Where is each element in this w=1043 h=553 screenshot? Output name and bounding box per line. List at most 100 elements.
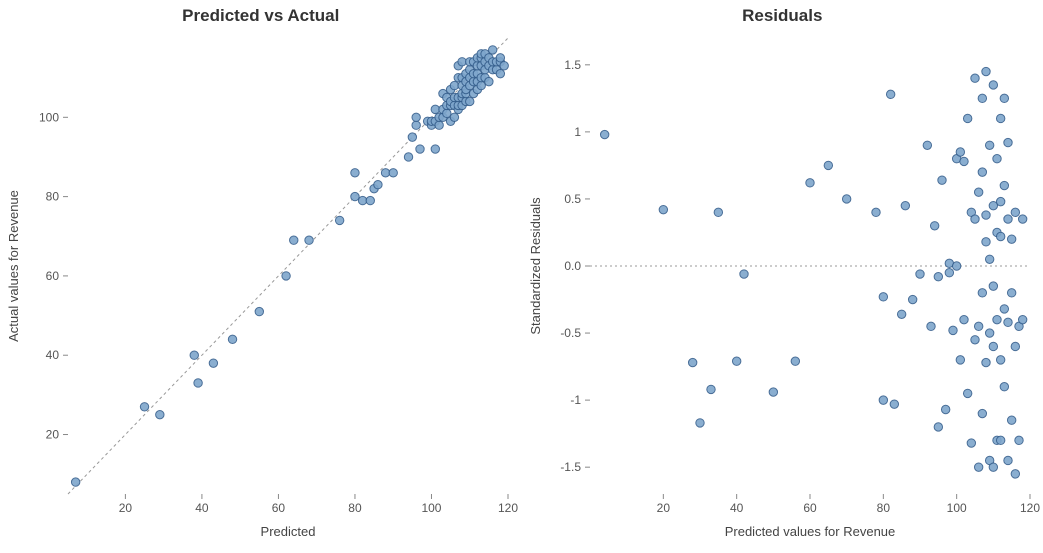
data-point: [1007, 289, 1015, 297]
data-point: [915, 270, 923, 278]
data-point: [431, 145, 439, 153]
data-point: [948, 326, 956, 334]
data-point: [500, 62, 508, 70]
data-point: [404, 153, 412, 161]
data-point: [194, 379, 202, 387]
svg-text:-0.5: -0.5: [560, 326, 581, 340]
data-point: [190, 351, 198, 359]
data-point: [1018, 315, 1026, 323]
data-point: [985, 329, 993, 337]
data-point: [496, 54, 504, 62]
data-point: [408, 133, 416, 141]
data-point: [1018, 215, 1026, 223]
svg-text:120: 120: [1019, 501, 1039, 515]
data-point: [989, 81, 997, 89]
data-point: [435, 121, 443, 129]
svg-text:20: 20: [119, 501, 133, 515]
y-axis-label: Standardized Residuals: [528, 197, 543, 335]
panel-predicted-vs-actual: Predicted vs Actual 20406080100120204060…: [0, 0, 522, 553]
data-point: [871, 208, 879, 216]
data-point: [1003, 138, 1011, 146]
data-point: [805, 179, 813, 187]
chart-title-1: Predicted vs Actual: [0, 6, 522, 26]
data-point: [985, 141, 993, 149]
svg-text:60: 60: [803, 501, 817, 515]
data-point: [992, 155, 1000, 163]
data-point: [996, 436, 1004, 444]
x-axis-label: Predicted: [261, 524, 316, 539]
data-point: [842, 195, 850, 203]
data-point: [970, 74, 978, 82]
data-point: [897, 310, 905, 318]
data-point: [989, 282, 997, 290]
data-point: [228, 335, 236, 343]
svg-text:80: 80: [46, 190, 60, 204]
svg-text:120: 120: [498, 501, 518, 515]
data-point: [937, 176, 945, 184]
data-point: [879, 396, 887, 404]
data-point: [1003, 215, 1011, 223]
svg-text:40: 40: [46, 348, 60, 362]
data-point: [989, 342, 997, 350]
svg-text:20: 20: [656, 501, 670, 515]
data-point: [351, 169, 359, 177]
data-point: [945, 269, 953, 277]
data-point: [981, 358, 989, 366]
data-point: [389, 169, 397, 177]
data-point: [967, 439, 975, 447]
data-point: [985, 255, 993, 263]
data-point: [1007, 235, 1015, 243]
data-point: [1003, 456, 1011, 464]
data-point: [416, 145, 424, 153]
data-point: [1000, 305, 1008, 313]
data-point: [156, 410, 164, 418]
data-point: [351, 192, 359, 200]
data-point: [959, 157, 967, 165]
data-point: [335, 216, 343, 224]
data-point: [412, 121, 420, 129]
data-point: [688, 358, 696, 366]
data-point: [941, 405, 949, 413]
data-point: [140, 403, 148, 411]
data-point: [443, 109, 451, 117]
data-point: [996, 232, 1004, 240]
data-point: [978, 94, 986, 102]
data-point: [934, 423, 942, 431]
data-point: [996, 197, 1004, 205]
data-point: [978, 289, 986, 297]
data-point: [923, 141, 931, 149]
svg-text:0.0: 0.0: [564, 259, 581, 273]
data-point: [706, 385, 714, 393]
data-point: [496, 69, 504, 77]
data-point: [1000, 94, 1008, 102]
charts-container: Predicted vs Actual 20406080100120204060…: [0, 0, 1043, 553]
svg-text:100: 100: [421, 501, 441, 515]
data-point: [450, 81, 458, 89]
data-point: [769, 388, 777, 396]
svg-text:-1.5: -1.5: [560, 460, 581, 474]
data-point: [901, 201, 909, 209]
data-point: [970, 336, 978, 344]
data-point: [450, 113, 458, 121]
data-point: [1011, 342, 1019, 350]
data-point: [996, 114, 1004, 122]
data-point: [934, 273, 942, 281]
data-point: [926, 322, 934, 330]
svg-text:20: 20: [46, 428, 60, 442]
data-point: [970, 215, 978, 223]
svg-text:1: 1: [574, 125, 581, 139]
data-point: [824, 161, 832, 169]
data-point: [930, 222, 938, 230]
scatter-residuals: 20406080100120-1.5-1-0.50.00.511.5Predic…: [522, 30, 1042, 550]
x-axis-label: Predicted values for Revenue: [724, 524, 895, 539]
svg-text:100: 100: [39, 110, 59, 124]
data-point: [1003, 318, 1011, 326]
chart-title-2: Residuals: [522, 6, 1043, 26]
data-point: [981, 238, 989, 246]
data-point: [290, 236, 298, 244]
data-point: [358, 196, 366, 204]
data-point: [1000, 181, 1008, 189]
data-point: [1007, 416, 1015, 424]
data-point: [458, 58, 466, 66]
data-point: [992, 315, 1000, 323]
